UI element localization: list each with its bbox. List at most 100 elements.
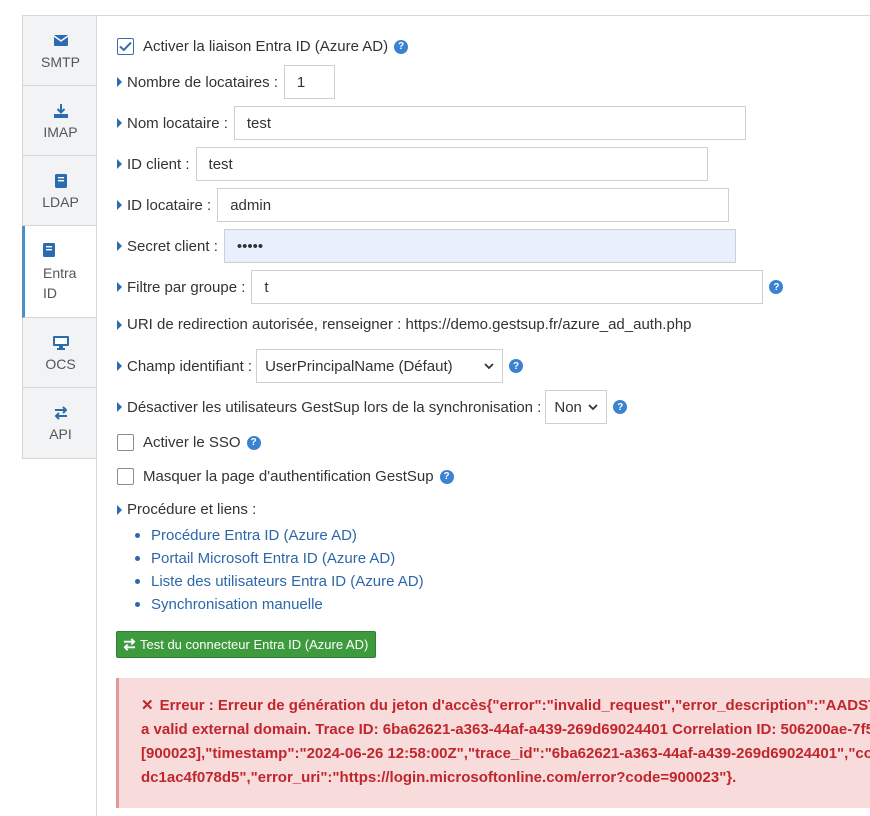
disable-users-row: Désactiver les utilisateurs GestSup lors… [117,390,628,424]
chevron-down-icon [484,362,494,369]
tenants-count-row: Nombre de locataires : [117,65,335,99]
identifier-field-select[interactable]: UserPrincipalName (Défaut) [256,349,504,383]
caret-right-icon [117,282,122,292]
group-filter-label: Filtre par groupe : [127,278,246,296]
redirect-uri-row: URI de redirection autorisée, renseigner… [117,316,692,333]
help-icon[interactable]: ? [613,400,628,414]
error-text-1: Erreur : Erreur de génération du jeton d… [159,697,870,714]
client-id-label: ID client : [127,155,190,173]
link-entra-users[interactable]: Liste des utilisateurs Entra ID (Azure A… [135,570,424,593]
error-line-3: [900023],"timestamp":"2024-06-26 12:58:0… [141,745,870,762]
settings-tabs: SMTP IMAP LDAP Entra ID OCS API [22,15,98,459]
link-manual-sync-text: Synchronisation manuelle [151,596,323,613]
group-filter-row: Filtre par groupe : ? [117,270,784,304]
tab-api[interactable]: API [23,388,98,458]
client-id-input[interactable] [195,147,708,181]
error-line-4: dc1ac4f078d5","error_uri":"https://login… [141,769,737,786]
caret-right-icon [117,77,122,87]
close-icon: ✕ [141,697,154,714]
envelope-icon [53,32,68,50]
sso-row: Activer le SSO ? [117,434,261,451]
caret-right-icon [117,319,122,330]
tab-imap[interactable]: IMAP [23,86,98,156]
link-entra-procedure-text: Procédure Entra ID (Azure AD) [151,527,357,544]
download-icon [53,102,68,120]
tab-ocs[interactable]: OCS [23,318,98,388]
link-entra-users-text: Liste des utilisateurs Entra ID (Azure A… [151,573,424,590]
caret-right-icon [117,118,122,128]
tab-entra-id[interactable]: Entra ID [22,226,98,318]
identifier-field-label: Champ identifiant : [127,357,253,375]
entra-id-settings-panel: Activer la liaison Entra ID (Azure AD) ?… [96,15,870,816]
chevron-down-icon [588,403,598,410]
caret-right-icon [117,241,122,251]
procedure-links-row: Procédure et liens : [117,501,256,518]
bullet [135,579,140,584]
help-icon[interactable]: ? [509,359,524,373]
monitor-icon [52,334,69,352]
group-filter-input[interactable] [251,270,764,304]
tab-ocs-label: OCS [45,355,76,372]
caret-right-icon [117,402,122,412]
identifier-field-row: Champ identifiant : UserPrincipalName (D… [117,349,524,383]
tenant-name-row: Nom locataire : [117,106,746,140]
tab-ldap[interactable]: LDAP [23,156,98,226]
hide-auth-page-label: Masquer la page d'authentification GestS… [143,468,434,485]
error-line-2: a valid external domain. Trace ID: 6ba62… [141,721,870,738]
sso-label: Activer le SSO [143,434,241,451]
client-id-row: ID client : [117,147,708,181]
link-manual-sync[interactable]: Synchronisation manuelle [135,593,424,616]
link-entra-portal[interactable]: Portail Microsoft Entra ID (Azure AD) [135,547,424,570]
tenants-count-label: Nombre de locataires : [127,73,278,91]
tab-imap-label: IMAP [43,123,78,140]
caret-right-icon [117,361,122,371]
redirect-uri-label: URI de redirection autorisée, renseigner… [127,316,692,333]
test-connector-button[interactable]: Test du connecteur Entra ID (Azure AD) [116,631,377,658]
error-alert: ✕ Erreur : Erreur de génération du jeton … [116,678,870,808]
tab-entra-id-label-line1: Entra [43,264,77,281]
hide-auth-page-row: Masquer la page d'authentification GestS… [117,468,454,485]
sso-checkbox[interactable] [117,434,134,451]
hide-auth-page-checkbox[interactable] [117,468,134,485]
caret-right-icon [117,200,122,210]
link-entra-procedure[interactable]: Procédure Entra ID (Azure AD) [135,524,424,547]
test-connector-label: Test du connecteur Entra ID (Azure AD) [140,637,369,652]
tenant-id-input[interactable] [217,188,730,222]
tenant-id-label: ID locataire : [127,196,212,214]
tenants-count-input[interactable] [283,65,335,99]
help-icon[interactable]: ? [246,435,261,450]
tab-smtp-label: SMTP [41,53,80,70]
procedure-links-list: Procédure Entra ID (Azure AD) Portail Mi… [135,524,424,616]
disable-users-select[interactable]: Non [545,390,608,424]
tenant-name-label: Nom locataire : [127,114,228,132]
link-entra-portal-text: Portail Microsoft Entra ID (Azure AD) [151,550,396,567]
tab-ldap-label: LDAP [42,193,79,210]
disable-users-value: Non [554,398,582,416]
enable-entra-row: Activer la liaison Entra ID (Azure AD) ? [117,38,409,55]
error-line-1: ✕ Erreur : Erreur de génération du jeton … [141,694,870,718]
client-secret-label: Secret client : [127,237,218,255]
book-icon [43,241,63,259]
exchange-icon [123,638,136,651]
help-icon[interactable]: ? [769,280,784,294]
identifier-field-value: UserPrincipalName (Défaut) [265,357,453,375]
caret-right-icon [117,159,122,169]
bullet [135,602,140,607]
help-icon[interactable]: ? [439,469,454,484]
disable-users-label: Désactiver les utilisateurs GestSup lors… [127,398,542,416]
enable-entra-checkbox[interactable] [117,38,134,55]
help-icon[interactable]: ? [394,39,409,54]
procedure-links-label: Procédure et liens : [127,501,257,518]
book-icon [54,172,67,190]
caret-right-icon [117,504,122,515]
client-secret-row: Secret client : [117,229,736,263]
client-secret-input[interactable] [223,229,736,263]
tenant-id-row: ID locataire : [117,188,730,222]
exchange-icon [54,404,68,422]
tab-api-label: API [49,426,72,442]
tab-smtp[interactable]: SMTP [23,16,98,86]
tenant-name-input[interactable] [233,106,746,140]
enable-entra-label: Activer la liaison Entra ID (Azure AD) [143,38,389,55]
bullet [135,533,140,538]
bullet [135,556,140,561]
